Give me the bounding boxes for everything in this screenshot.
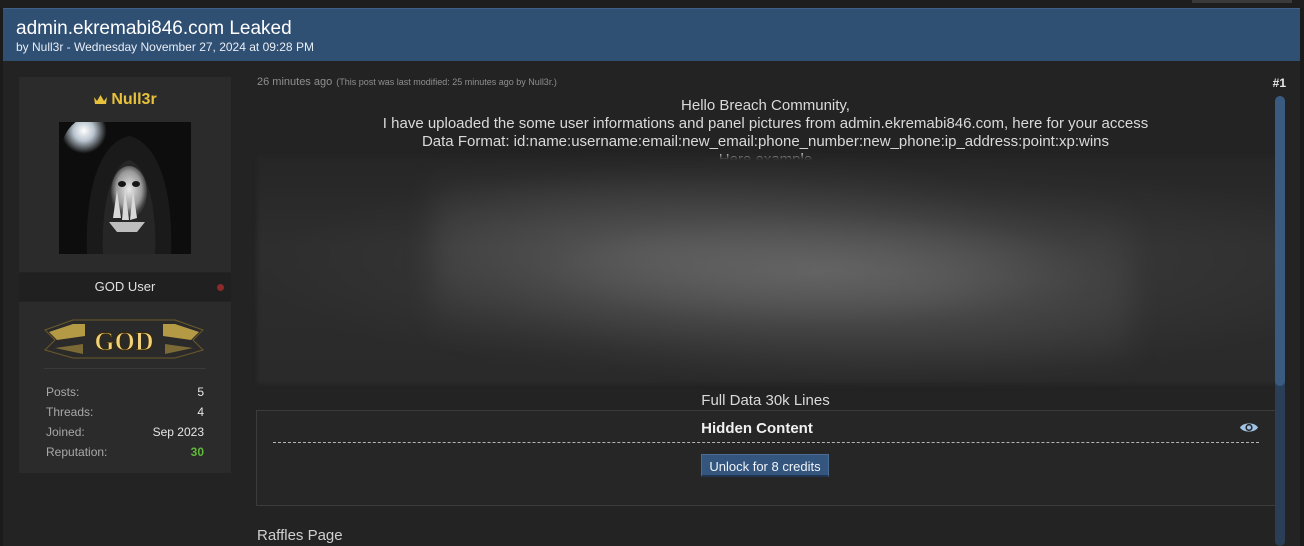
scrollbar[interactable]	[1275, 96, 1285, 546]
avatar-image	[59, 122, 191, 254]
post-modified: (This post was last modified: 25 minutes…	[336, 77, 557, 87]
post-number[interactable]: #1	[1273, 76, 1286, 90]
avatar[interactable]	[59, 122, 191, 254]
top-tab[interactable]	[1192, 0, 1292, 3]
thread-header: admin.ekremabi846.com Leaked by Null3r -…	[3, 8, 1300, 62]
user-title-row: GOD User	[19, 273, 231, 301]
stat-joined: Joined: Sep 2023	[46, 425, 204, 441]
stat-value[interactable]: 4	[197, 405, 204, 419]
badge-text: GOD	[94, 327, 153, 356]
post-meta: 26 minutes ago (This post was last modifi…	[257, 76, 557, 88]
user-title: GOD User	[94, 279, 156, 294]
god-badge: GOD	[44, 319, 204, 359]
thread-title: admin.ekremabi846.com Leaked	[16, 18, 292, 39]
divider	[273, 442, 1259, 443]
stat-threads: Threads: 4	[46, 405, 204, 421]
stat-value[interactable]: 5	[197, 385, 204, 399]
offline-status-dot	[217, 284, 224, 291]
thread-byline: by Null3r - Wednesday November 27, 2024 …	[16, 40, 314, 54]
username-text: Null3r	[111, 91, 157, 108]
hidden-content-title: Hidden Content	[701, 420, 813, 437]
stat-value[interactable]: 30	[191, 445, 204, 459]
scrollbar-thumb[interactable]	[1275, 96, 1285, 386]
post-line: Hello Breach Community,	[681, 97, 850, 114]
stat-label: Threads:	[46, 405, 94, 419]
hidden-content-box: Hidden Content Unlock for 8 credits	[256, 410, 1276, 506]
stat-value: Sep 2023	[152, 425, 204, 439]
unlock-button[interactable]: Unlock for 8 credits	[701, 454, 829, 477]
blurred-image	[257, 156, 1283, 384]
stat-posts: Posts: 5	[46, 385, 204, 401]
eye-icon[interactable]	[1239, 420, 1259, 435]
full-data-text: Full Data 30k Lines	[701, 392, 830, 409]
user-stats: GOD Posts: 5 Threads: 4 Joined: Sep 2023…	[19, 302, 231, 473]
stat-reputation: Reputation: 30	[46, 445, 204, 461]
user-card: Null3r	[19, 77, 231, 272]
post-line: Data Format: id:name:username:email:new_…	[421, 133, 1110, 150]
stat-label: Posts:	[46, 385, 80, 399]
post-time[interactable]: 26 minutes ago	[257, 76, 332, 88]
crown-icon	[94, 95, 108, 104]
stat-label: Reputation:	[46, 445, 108, 459]
stat-label: Joined:	[46, 425, 85, 439]
post-line: I have uploaded the some user informatio…	[382, 115, 1149, 132]
divider	[44, 368, 206, 369]
username[interactable]: Null3r	[19, 91, 231, 109]
raffles-link[interactable]: Raffles Page	[257, 527, 343, 544]
top-strip	[0, 0, 1304, 8]
